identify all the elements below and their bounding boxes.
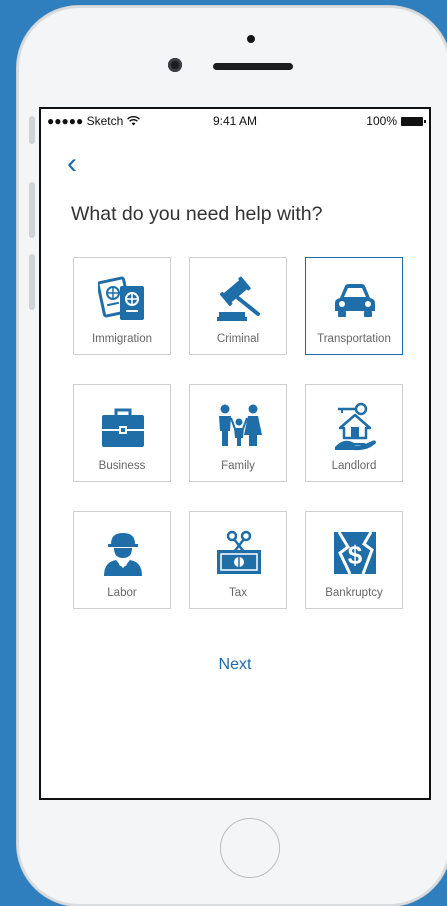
proximity-sensor	[247, 35, 255, 43]
category-tile-business[interactable]: Business	[73, 384, 171, 482]
front-camera	[168, 58, 182, 72]
category-grid: Immigration Criminal Transportation Busi…	[73, 257, 403, 609]
money-scissors-icon	[217, 530, 261, 574]
category-tile-family[interactable]: Family	[189, 384, 287, 482]
page-title: What do you need help with?	[71, 203, 323, 225]
car-icon	[335, 284, 375, 317]
svg-text:$: $	[348, 540, 363, 570]
category-tile-criminal[interactable]: Criminal	[189, 257, 287, 355]
category-label: Family	[221, 460, 255, 472]
category-label: Immigration	[91, 333, 153, 345]
house-key-icon	[335, 402, 376, 451]
battery-percent: 100%	[366, 114, 397, 128]
earpiece-speaker	[213, 63, 293, 70]
volume-up-button	[29, 182, 35, 238]
back-chevron-icon[interactable]: ‹	[67, 149, 91, 179]
app-screen: ●●●●● Sketch 9:41 AM 100% ‹ What do you …	[39, 107, 431, 800]
family-icon	[219, 404, 262, 446]
category-label: Bankruptcy	[325, 587, 383, 599]
category-label: Transportation	[317, 333, 391, 345]
category-label: Landlord	[331, 460, 377, 472]
status-bar: ●●●●● Sketch 9:41 AM 100%	[41, 109, 429, 131]
category-tile-immigration[interactable]: Immigration	[73, 257, 171, 355]
broken-dollar-icon: $	[334, 531, 376, 575]
category-tile-tax[interactable]: Tax	[189, 511, 287, 609]
mute-switch	[29, 116, 35, 144]
worker-icon	[104, 533, 142, 576]
category-label: Criminal	[216, 333, 260, 345]
category-label: Tax	[229, 587, 247, 599]
home-button[interactable]	[220, 818, 280, 878]
volume-down-button	[29, 254, 35, 310]
category-tile-labor[interactable]: Labor	[73, 511, 171, 609]
category-tile-transportation[interactable]: Transportation	[305, 257, 403, 355]
category-label: Business	[98, 460, 146, 472]
battery-icon	[401, 116, 426, 126]
category-tile-bankruptcy[interactable]: $ Bankruptcy	[305, 511, 403, 609]
category-tile-landlord[interactable]: Landlord	[305, 384, 403, 482]
category-label: Labor	[107, 587, 137, 599]
passport-icon	[98, 276, 144, 320]
next-button[interactable]: Next	[41, 656, 429, 674]
gavel-icon	[217, 276, 260, 321]
briefcase-icon	[102, 408, 144, 447]
